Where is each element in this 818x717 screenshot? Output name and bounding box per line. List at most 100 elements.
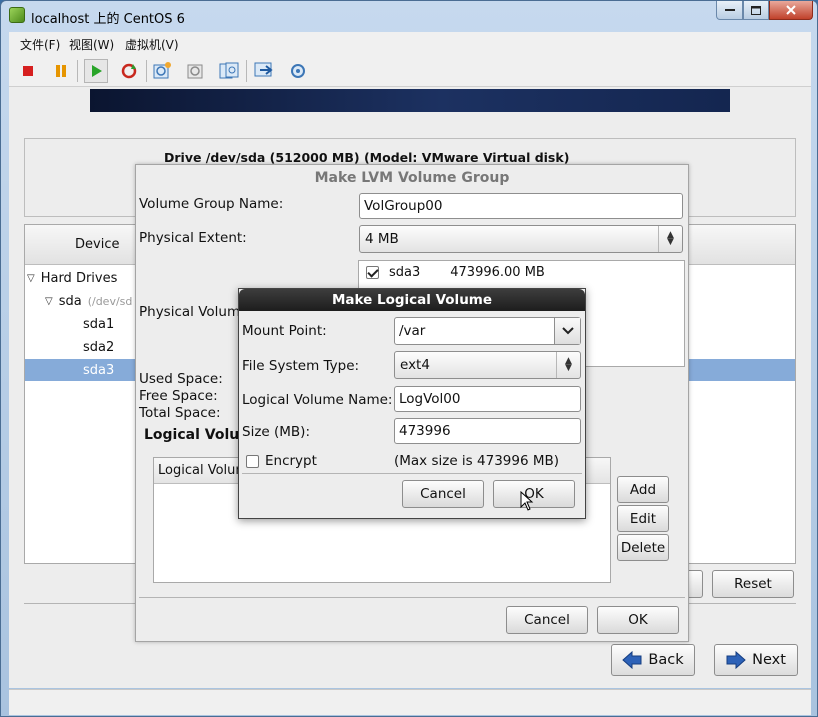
separator — [139, 597, 685, 598]
pause-icon[interactable] — [49, 59, 73, 83]
menubar: 文件(F) 视图(W) 虚拟机(V) — [9, 32, 811, 54]
filesystem-type-select[interactable]: ext4 ▲ ▼ — [394, 351, 581, 379]
delete-button-label: Delete — [620, 539, 666, 556]
lv-ok-button[interactable]: OK — [493, 480, 575, 508]
used-space-label: Used Space: — [139, 371, 223, 387]
encrypt-checkbox[interactable] — [246, 454, 259, 468]
tree-label-sda3: sda3 — [83, 362, 115, 378]
menu-file[interactable]: 文件(F) — [20, 36, 60, 53]
add-button-label: Add — [629, 481, 657, 498]
lvm-ok-button[interactable]: OK — [597, 606, 679, 634]
vmware-window: localhost 上的 CentOS 6 文件(F) 视图(W) 虚拟机(V) — [0, 0, 818, 717]
drive-heading: Drive /dev/sda (512000 MB) (Model: VMwar… — [164, 150, 570, 165]
mount-point-value: /var — [399, 323, 426, 339]
console-view-icon[interactable] — [252, 59, 276, 83]
status-bar — [9, 689, 811, 715]
window-title: localhost 上的 CentOS 6 — [31, 12, 185, 27]
toolbar-separator — [146, 60, 147, 82]
reset-button-label: Reset — [734, 576, 772, 592]
reset-button[interactable]: Reset — [712, 570, 794, 598]
lvm-cancel-button[interactable]: Cancel — [506, 606, 588, 634]
settings-icon[interactable] — [286, 59, 310, 83]
guest-screen[interactable]: Drive /dev/sda (512000 MB) (Model: VMwar… — [9, 87, 811, 688]
encrypt-option[interactable]: Encrypt — [246, 453, 317, 469]
pv-item-size: 473996.00 MB — [450, 265, 545, 280]
next-button[interactable]: Next — [714, 644, 798, 676]
chevron-down-icon — [561, 327, 574, 335]
close-icon — [786, 5, 796, 15]
back-arrow-icon — [622, 651, 642, 669]
vg-name-input[interactable]: VolGroup00 — [359, 193, 683, 219]
mount-point-combo[interactable]: /var — [394, 317, 581, 345]
lv-name-input[interactable]: LogVol00 — [394, 386, 581, 412]
expand-triangle-icon: ▽ — [27, 272, 35, 284]
updown-arrow-icon: ▲ ▼ — [658, 226, 682, 252]
maximize-button[interactable] — [743, 1, 769, 20]
window-controls — [716, 1, 813, 20]
lv-name-label: Logical Volume Name: — [242, 392, 393, 408]
fs-type-label: File System Type: — [242, 358, 360, 374]
toolbar-separator — [246, 60, 247, 82]
lv-cancel-button[interactable]: Cancel — [402, 480, 484, 508]
lvm-cancel-label: Cancel — [524, 612, 570, 628]
next-arrow-icon — [726, 651, 746, 669]
play-icon[interactable] — [84, 59, 108, 83]
mount-point-dropdown-button[interactable] — [554, 318, 580, 344]
pv-item-name: sda3 — [389, 265, 421, 280]
edit-button[interactable]: Edit — [617, 505, 669, 532]
tree-label-sda1: sda1 — [83, 316, 115, 332]
updown-arrow-icon: ▲ ▼ — [556, 352, 580, 378]
tree-label-sda: sda — [58, 293, 82, 309]
size-label: Size (MB): — [242, 424, 310, 440]
size-value: 473996 — [399, 423, 451, 439]
dialog-title: Make Logical Volume — [239, 289, 585, 311]
pe-value: 4 MB — [365, 231, 399, 247]
back-button-label: Back — [648, 652, 684, 668]
size-input[interactable]: 473996 — [394, 418, 581, 444]
snapshot-manager-icon[interactable] — [217, 59, 241, 83]
add-button[interactable]: Add — [617, 476, 669, 503]
dialog-title: Make LVM Volume Group — [314, 170, 510, 186]
tree-hint-sda: (/dev/sd — [87, 294, 133, 308]
physical-extent-select[interactable]: 4 MB ▲ ▼ — [359, 225, 683, 253]
tree-label-sda2: sda2 — [83, 339, 115, 355]
mouse-cursor-icon — [520, 491, 534, 511]
pe-label: Physical Extent: — [139, 230, 247, 246]
lvm-ok-label: OK — [628, 612, 648, 628]
stop-icon[interactable] — [16, 59, 40, 83]
close-button[interactable] — [769, 1, 813, 20]
encrypt-label: Encrypt — [265, 453, 317, 469]
next-button-label: Next — [752, 652, 786, 668]
device-column-header: Device — [75, 237, 120, 252]
reset-icon[interactable] — [117, 59, 141, 83]
installer-banner — [90, 89, 730, 112]
delete-button[interactable]: Delete — [617, 534, 669, 561]
fs-type-value: ext4 — [400, 357, 430, 373]
menu-vm[interactable]: 虚拟机(V) — [125, 36, 179, 53]
snapshot-icon[interactable] — [150, 59, 174, 83]
pv-label: Physical Volum — [139, 304, 241, 320]
max-size-text: (Max size is 473996 MB) — [394, 453, 560, 469]
separator — [242, 473, 582, 474]
make-logical-volume-dialog: Make Logical Volume Mount Point: /var Fi… — [238, 288, 586, 519]
mount-point-label: Mount Point: — [242, 323, 327, 339]
menu-view[interactable]: 视图(W) — [69, 36, 114, 53]
lv-section-label: Logical Volu — [144, 427, 240, 443]
minimize-icon — [724, 9, 735, 11]
toolbar — [9, 54, 811, 87]
vg-name-value: VolGroup00 — [364, 198, 443, 214]
lv-name-value: LogVol00 — [399, 391, 461, 407]
expand-triangle-icon: ▽ — [45, 295, 53, 307]
pv-item[interactable]: sda3 473996.00 MB — [366, 265, 545, 280]
lv-cancel-label: Cancel — [420, 486, 466, 502]
window-titlebar[interactable]: localhost 上的 CentOS 6 — [1, 1, 818, 31]
maximize-icon — [751, 5, 761, 15]
snapshot-revert-icon[interactable] — [184, 59, 208, 83]
back-button[interactable]: Back — [611, 644, 695, 676]
vmware-app-icon — [9, 7, 25, 23]
total-space-label: Total Space: — [139, 405, 221, 421]
pv-checkbox[interactable] — [366, 266, 379, 279]
free-space-label: Free Space: — [139, 388, 218, 404]
lv-column-header-label: Logical Volum — [158, 463, 249, 478]
minimize-button[interactable] — [716, 1, 743, 20]
